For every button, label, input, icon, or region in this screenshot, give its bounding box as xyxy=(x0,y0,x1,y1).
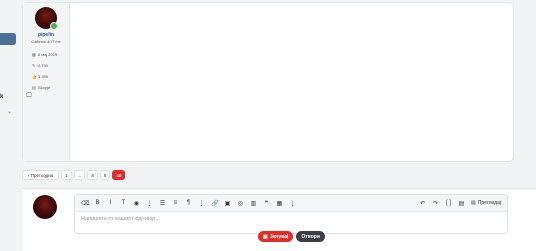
chevron-down-icon[interactable]: ⌄ xyxy=(7,108,12,115)
eraser-icon[interactable]: ⌫ xyxy=(81,200,89,207)
form-actions: ▣ Зачувај Отвори xyxy=(258,231,325,242)
text-size-icon[interactable]: T xyxy=(120,200,127,206)
prev-page-button[interactable]: ‹ Претходна xyxy=(22,170,60,180)
redo-icon[interactable]: ↷ xyxy=(432,200,439,207)
user-title: Caffeine & IT.me xyxy=(31,39,61,44)
username[interactable]: pipelin xyxy=(38,32,54,38)
page-button-active[interactable]: 10 xyxy=(112,170,126,180)
bold-icon[interactable]: B xyxy=(94,200,101,206)
reply-input[interactable]: Напишете го вашиот одговор... xyxy=(75,212,507,226)
avatar[interactable] xyxy=(35,7,58,30)
online-status-icon xyxy=(50,22,58,30)
link-icon[interactable]: 🔗 xyxy=(211,200,218,207)
post-card: pipelin Caffeine & IT.me ▦ 8 мај 2019 ✎ 2.… xyxy=(22,2,514,162)
save-draft-icon[interactable]: ▤ xyxy=(458,200,465,207)
undo-icon[interactable]: ↶ xyxy=(419,200,426,207)
page-button[interactable]: 9 xyxy=(99,170,111,180)
color-icon[interactable]: ◉ xyxy=(133,200,140,207)
quote-icon[interactable]: ❞ xyxy=(263,200,270,207)
paragraph-icon[interactable]: ¶ xyxy=(185,200,192,206)
list-icon[interactable]: ☰ xyxy=(159,200,166,207)
stat-joined: ▦ 8 мај 2019 xyxy=(32,52,58,57)
toolbar-right-group: ↶ ↷[ ] ▤ ▤ Прегледај xyxy=(419,200,501,207)
stat-reactions: 👍 3.399 xyxy=(32,74,49,79)
page-ellipsis[interactable]: ... xyxy=(73,170,86,180)
editor-toolbar: ⌫ B I T ◉ ⋮ ☰ ≡ ¶ ⋮ 🔗 ▣ ◎ ▥ ❞ ▦ ⋮ ↶ ↷[ ] ▤ ▤ Прегледај xyxy=(75,195,507,212)
align-icon[interactable]: ≡ xyxy=(172,200,179,206)
more-icon-3[interactable]: ⋮ xyxy=(289,200,296,207)
media-icon[interactable]: ◎ xyxy=(237,200,244,207)
sidebar-letter: k xyxy=(0,94,4,100)
user-stats: ▦ 8 мај 2019 ✎ 2.730 👍 3.399 ▤ Skopje xyxy=(26,49,66,93)
avatar xyxy=(33,195,57,219)
reply-form: ⌫ B I T ◉ ⋮ ☰ ≡ ¶ ⋮ 🔗 ▣ ◎ ▥ ❞ ▦ ⋮ ↶ ↷[ ] ▤ ▤ Прегледај Напиш… xyxy=(22,188,536,251)
italic-icon[interactable]: I xyxy=(107,200,114,206)
image-icon[interactable]: ▣ xyxy=(224,200,231,207)
preview-icon: ▤ xyxy=(470,200,476,206)
sidebar-active-item[interactable] xyxy=(0,33,16,45)
stat-messages: ✎ 2.730 xyxy=(32,63,49,68)
more-icon[interactable]: ⋮ xyxy=(146,200,153,207)
left-sidebar: k ⌄ xyxy=(0,0,22,250)
code-icon[interactable]: [ ] xyxy=(445,200,452,206)
pagination: ‹ Претходна 1 ... 8 9 10 xyxy=(22,170,126,180)
page-button[interactable]: 8 xyxy=(87,170,98,180)
save-icon: ▣ xyxy=(263,233,268,240)
post-user-column: pipelin Caffeine & IT.me ▦ 8 мај 2019 ✎ 2.… xyxy=(23,3,70,161)
open-button[interactable]: Отвори xyxy=(296,231,325,242)
save-button[interactable]: ▣ Зачувај xyxy=(258,231,294,242)
gallery-icon[interactable]: ▥ xyxy=(250,200,257,207)
post-body xyxy=(70,3,513,161)
more-icon-2[interactable]: ⋮ xyxy=(198,200,205,207)
table-icon[interactable]: ▦ xyxy=(276,200,283,207)
stat-location: ▤ Skopje xyxy=(32,85,51,90)
preview-button[interactable]: ▤ Прегледај xyxy=(471,200,501,206)
monitor-icon: 🖵 xyxy=(26,93,32,99)
reply-editor: ⌫ B I T ◉ ⋮ ☰ ≡ ¶ ⋮ 🔗 ▣ ◎ ▥ ❞ ▦ ⋮ ↶ ↷[ ] ▤ ▤ Прегледај Напиш… xyxy=(74,194,508,234)
page-button[interactable]: 1 xyxy=(61,170,72,180)
